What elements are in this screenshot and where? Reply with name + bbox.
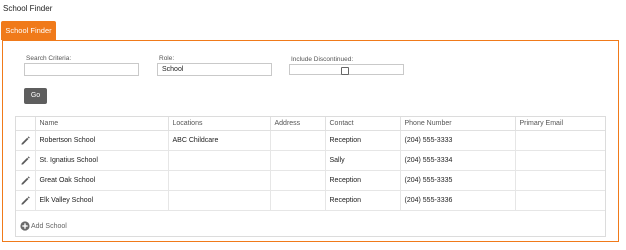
- column-header-locations[interactable]: Locations: [168, 117, 271, 131]
- table-row[interactable]: St. Ignatius School Sally (204) 555-3334: [16, 150, 605, 171]
- cell-phone-number: (204) 555-3336: [400, 190, 516, 211]
- table-row[interactable]: Robertson School ABC Childcare Reception (2…: [16, 130, 605, 151]
- cell-contact: Reception: [325, 190, 401, 211]
- pencil-icon[interactable]: [20, 195, 31, 206]
- column-header-primary-email[interactable]: Primary Email: [515, 117, 605, 131]
- pencil-icon[interactable]: [20, 135, 31, 146]
- cell-contact: Reception: [325, 170, 401, 191]
- cell-phone-number: (204) 555-3334: [400, 150, 516, 171]
- cell-address: [270, 170, 326, 191]
- go-button[interactable]: Go: [24, 88, 47, 104]
- cell-locations: ABC Childcare: [168, 130, 271, 151]
- cell-primary-email: [515, 190, 605, 211]
- plus-circle-icon: [20, 221, 30, 231]
- table-row[interactable]: Elk Valley School Reception (204) 555-3336: [16, 190, 605, 211]
- search-criteria-label: Search Criteria:: [26, 55, 72, 62]
- table-body: Robertson School ABC Childcare Reception (2…: [16, 130, 605, 211]
- cell-phone-number: (204) 555-3333: [400, 130, 516, 151]
- cell-phone-number: (204) 555-3335: [400, 170, 516, 191]
- include-discontinued-label: Include Discontinued:: [291, 56, 354, 63]
- cell-address: [270, 190, 326, 211]
- cell-address: [270, 150, 326, 171]
- edit-cell: [16, 190, 36, 211]
- column-header-phone-number[interactable]: Phone Number: [400, 117, 516, 131]
- role-input[interactable]: School: [157, 63, 272, 76]
- cell-primary-email: [515, 130, 605, 151]
- cell-contact: Reception: [325, 130, 401, 151]
- pencil-icon[interactable]: [20, 155, 31, 166]
- cell-locations: [168, 170, 271, 191]
- cell-locations: [168, 190, 271, 211]
- table-header-row: Name Locations Address Contact Phone Num…: [16, 117, 605, 131]
- tab-school-finder[interactable]: School Finder: [1, 21, 56, 40]
- edit-column-header: [16, 117, 36, 131]
- cell-name: St. Ignatius School: [35, 150, 169, 171]
- add-school-label: Add School: [31, 222, 67, 230]
- cell-name: Elk Valley School: [35, 190, 169, 211]
- include-discontinued-field: [289, 64, 404, 75]
- column-header-address[interactable]: Address: [270, 117, 326, 131]
- cell-primary-email: [515, 170, 605, 191]
- pencil-icon[interactable]: [20, 175, 31, 186]
- page-title: School Finder: [3, 4, 53, 13]
- column-header-contact[interactable]: Contact: [325, 117, 401, 131]
- cell-address: [270, 130, 326, 151]
- role-label: Role:: [159, 55, 175, 62]
- schools-grid: Name Locations Address Contact Phone Num…: [15, 116, 606, 237]
- add-school-link[interactable]: Add School: [20, 221, 67, 233]
- include-discontinued-checkbox[interactable]: [341, 67, 349, 75]
- cell-name: Robertson School: [35, 130, 169, 151]
- cell-name: Great Oak School: [35, 170, 169, 191]
- cell-primary-email: [515, 150, 605, 171]
- edit-cell: [16, 150, 36, 171]
- cell-locations: [168, 150, 271, 171]
- cell-contact: Sally: [325, 150, 401, 171]
- column-header-name[interactable]: Name: [35, 117, 169, 131]
- table-row[interactable]: Great Oak School Reception (204) 555-3335: [16, 170, 605, 191]
- edit-cell: [16, 130, 36, 151]
- search-criteria-input[interactable]: [24, 63, 139, 76]
- school-finder-panel: Search Criteria: Role: School Include Di…: [2, 40, 619, 242]
- edit-cell: [16, 170, 36, 191]
- schools-table: Name Locations Address Contact Phone Num…: [16, 117, 605, 211]
